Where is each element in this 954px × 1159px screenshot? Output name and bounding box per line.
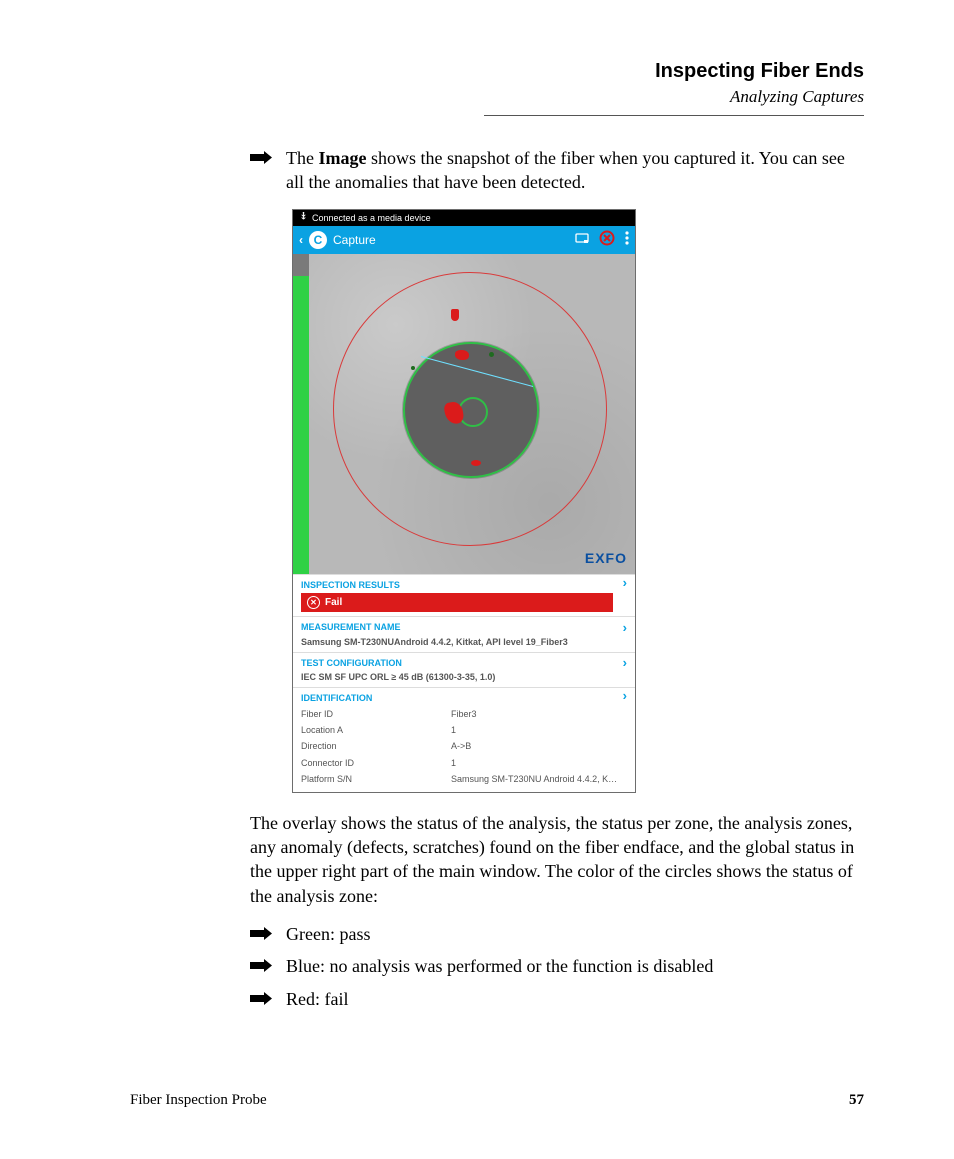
section-label: MEASUREMENT NAME xyxy=(301,621,623,633)
appbar-title: Capture xyxy=(333,232,569,248)
bullet-item: The Image shows the snapshot of the fibe… xyxy=(250,146,864,195)
app-screenshot: Connected as a media device ‹ C Capture xyxy=(292,209,636,793)
table-row: Platform S/NSamsung SM-T230NU Android 4.… xyxy=(301,771,627,787)
defect-marker xyxy=(411,366,415,370)
chevron-right-icon: › xyxy=(623,619,627,637)
section-label: TEST CONFIGURATION xyxy=(301,657,623,669)
table-row: Fiber IDFiber3 xyxy=(301,706,627,722)
header-rule xyxy=(484,115,864,116)
bullet-text: Red: fail xyxy=(286,987,348,1011)
bullet-item: Blue: no analysis was performed or the f… xyxy=(250,954,864,978)
status-text: Fail xyxy=(325,596,342,610)
app-logo: C xyxy=(309,231,327,249)
fiber-image: EXFO xyxy=(293,254,635,574)
status-badge-fail: ✕ Fail xyxy=(301,593,613,613)
back-icon[interactable]: ‹ xyxy=(299,232,303,248)
arrow-icon xyxy=(250,954,272,978)
section-measurement-name[interactable]: MEASUREMENT NAME Samsung SM-T230NUAndroi… xyxy=(293,616,635,651)
defect-marker xyxy=(489,352,494,357)
android-notification-bar: Connected as a media device xyxy=(293,210,635,226)
chevron-right-icon: › xyxy=(623,574,627,592)
bullet-text: Green: pass xyxy=(286,922,370,946)
page-footer: Fiber Inspection Probe 57 xyxy=(130,1092,864,1109)
fail-status-icon xyxy=(599,230,615,249)
text-fragment: The xyxy=(286,148,318,168)
section-test-configuration[interactable]: TEST CONFIGURATION IEC SM SF UPC ORL ≥ 4… xyxy=(293,652,635,687)
chevron-right-icon: › xyxy=(623,654,627,672)
text-fragment: shows the snapshot of the fiber when you… xyxy=(286,148,845,192)
bullet-item: Green: pass xyxy=(250,922,864,946)
table-row: DirectionA->B xyxy=(301,738,627,754)
chevron-right-icon: › xyxy=(623,687,627,705)
fiber-cladding xyxy=(403,342,539,478)
text-bold: Image xyxy=(318,148,366,168)
arrow-icon xyxy=(250,146,272,195)
bullet-item: Red: fail xyxy=(250,987,864,1011)
section-value: Samsung SM-T230NUAndroid 4.4.2, Kitkat, … xyxy=(301,637,568,647)
arrow-icon xyxy=(250,922,272,946)
bullet-text: The Image shows the snapshot of the fibe… xyxy=(286,146,864,195)
page-subtitle: Analyzing Captures xyxy=(130,87,864,107)
defect-marker xyxy=(471,460,481,466)
section-identification[interactable]: IDENTIFICATION › xyxy=(293,687,635,704)
overlay-paragraph: The overlay shows the status of the anal… xyxy=(250,811,864,908)
table-row: Connector ID1 xyxy=(301,755,627,771)
page-title: Inspecting Fiber Ends xyxy=(130,60,864,83)
arrow-icon xyxy=(250,987,272,1011)
defect-marker xyxy=(455,350,469,360)
section-inspection-results[interactable]: INSPECTION RESULTS › xyxy=(293,574,635,591)
identification-body: Fiber IDFiber3 Location A1 DirectionA->B… xyxy=(293,704,635,792)
page-number: 57 xyxy=(849,1092,864,1109)
section-label: IDENTIFICATION xyxy=(301,693,372,703)
usb-icon xyxy=(299,212,308,224)
bullet-text: Blue: no analysis was performed or the f… xyxy=(286,954,713,978)
brand-watermark: EXFO xyxy=(585,549,627,568)
save-icon[interactable] xyxy=(575,231,589,248)
zone-status-bar xyxy=(293,254,309,574)
section-label: INSPECTION RESULTS xyxy=(301,580,400,590)
table-row: Location A1 xyxy=(301,722,627,738)
section-value: IEC SM SF UPC ORL ≥ 45 dB (61300-3-35, 1… xyxy=(301,672,495,682)
app-bar: ‹ C Capture xyxy=(293,226,635,254)
notification-text: Connected as a media device xyxy=(312,212,431,224)
menu-icon[interactable] xyxy=(625,231,629,248)
fail-x-icon: ✕ xyxy=(307,596,320,609)
defect-marker xyxy=(451,309,459,321)
footer-left: Fiber Inspection Probe xyxy=(130,1092,267,1109)
